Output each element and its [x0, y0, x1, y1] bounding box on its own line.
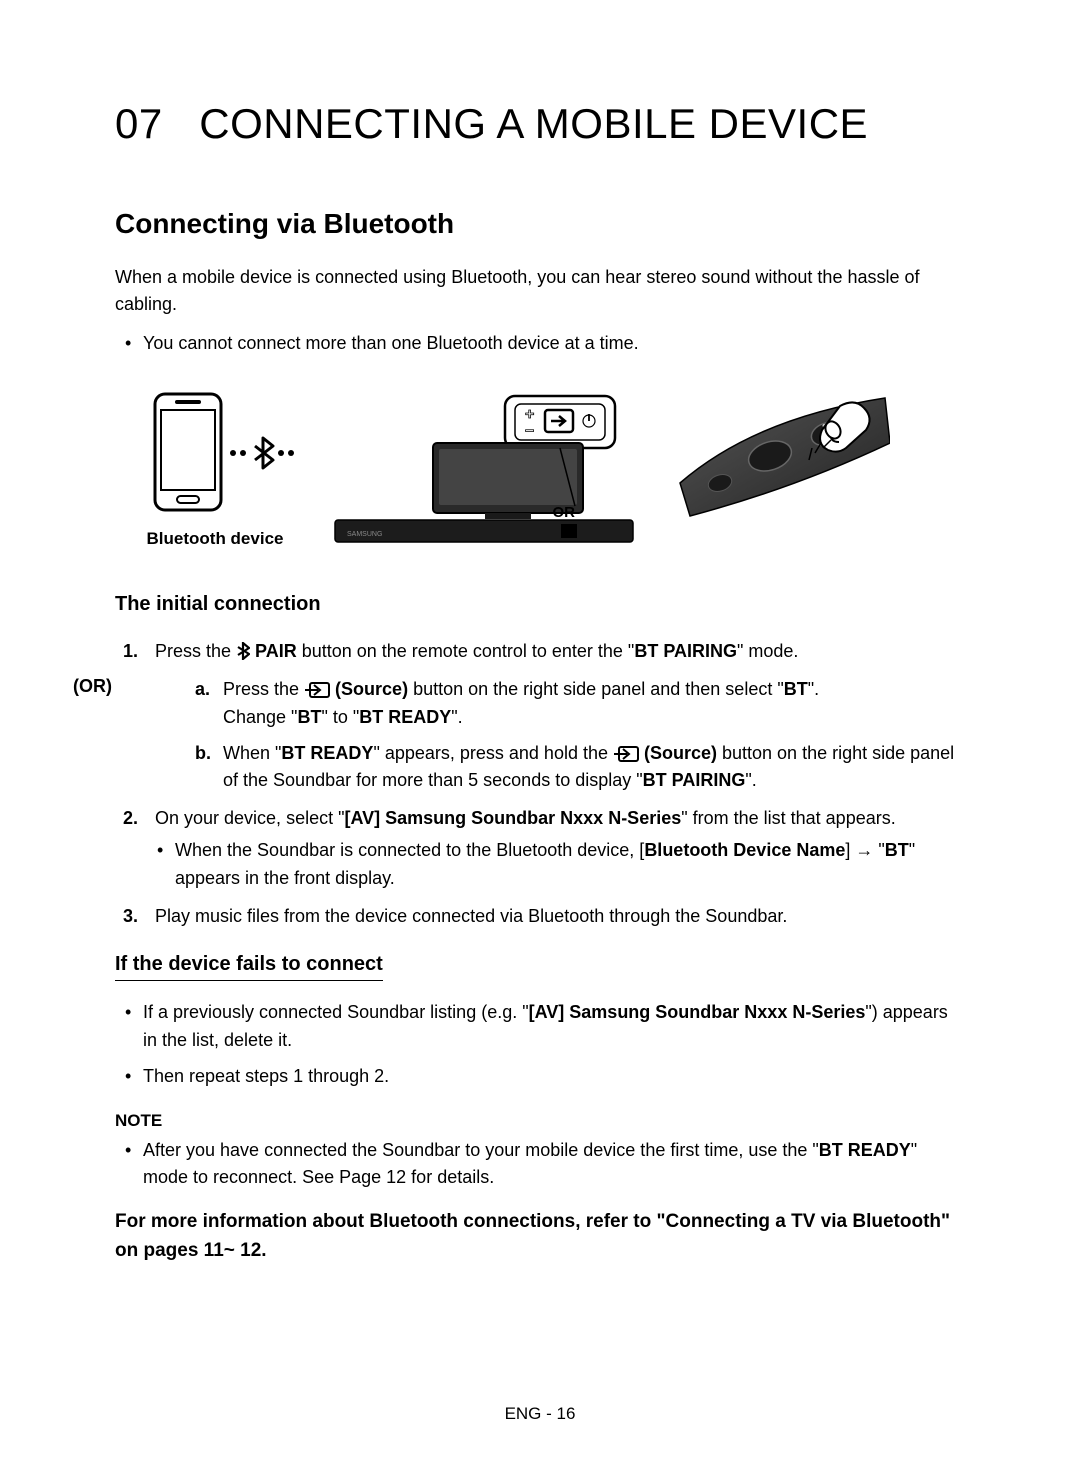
fail-bullet-list: If a previously connected Soundbar listi… — [115, 999, 965, 1091]
sub-step-a: Press the (Source) button on the right s… — [195, 676, 965, 732]
or-prefix: (OR) — [73, 676, 112, 697]
intro-bullet-item: You cannot connect more than one Bluetoo… — [143, 330, 965, 358]
phone-caption: Bluetooth device — [125, 529, 305, 549]
chapter-number: 07 — [115, 100, 163, 147]
step-2: On your device, select "[AV] Samsung Sou… — [115, 805, 965, 893]
fail-bullet-1: If a previously connected Soundbar listi… — [143, 999, 965, 1055]
page-footer: ENG - 16 — [0, 1404, 1080, 1424]
soundbar-illustration: + − SAMSUNG — [325, 388, 665, 548]
note-bullet: After you have connected the Soundbar to… — [143, 1137, 965, 1193]
step-3: Play music files from the device connect… — [115, 903, 965, 931]
sub-steps-list: Press the (Source) button on the right s… — [155, 676, 965, 796]
initial-connection-title: The initial connection — [115, 593, 965, 620]
or-label: OR — [553, 504, 576, 521]
fail-connect-title: If the device fails to connect — [115, 953, 383, 981]
source-icon — [304, 682, 330, 698]
remote-illustration — [675, 388, 890, 518]
chapter-title: 07 CONNECTING A MOBILE DEVICE — [115, 100, 965, 148]
initial-steps-list: Press the PAIR button on the remote cont… — [115, 638, 965, 666]
sub-step-b: When "BT READY" appears, press and hold … — [195, 740, 965, 796]
svg-text:SAMSUNG: SAMSUNG — [347, 531, 382, 538]
chapter-name: CONNECTING A MOBILE DEVICE — [199, 100, 868, 147]
figure-phone: Bluetooth device — [125, 388, 305, 549]
step-1: Press the PAIR button on the remote cont… — [115, 638, 965, 666]
figure-soundbar-wrap: + − SAMSUNG OR — [325, 388, 665, 553]
fail-bullet-2: Then repeat steps 1 through 2. — [143, 1063, 965, 1091]
figure-row: Bluetooth device + − SAMSUNG — [115, 388, 965, 553]
source-icon — [613, 746, 639, 762]
step-2-bullet: When the Soundbar is connected to the Bl… — [175, 837, 965, 893]
svg-text:+: + — [525, 406, 534, 423]
step-2-bullets: When the Soundbar is connected to the Bl… — [155, 837, 965, 893]
note-bullet-list: After you have connected the Soundbar to… — [115, 1137, 965, 1193]
bluetooth-icon — [236, 642, 250, 660]
closing-reference: For more information about Bluetooth con… — [115, 1208, 965, 1265]
intro-paragraph: When a mobile device is connected using … — [115, 264, 965, 318]
section-title: Connecting via Bluetooth — [115, 208, 965, 240]
phone-bluetooth-illustration — [125, 388, 305, 518]
intro-bullet-list: You cannot connect more than one Bluetoo… — [115, 330, 965, 358]
note-title: NOTE — [115, 1111, 965, 1131]
svg-text:−: − — [525, 423, 534, 440]
initial-steps-list-cont: On your device, select "[AV] Samsung Sou… — [115, 805, 965, 931]
or-alternative-block: (OR) Press the (Source) button on the ri… — [115, 676, 965, 796]
